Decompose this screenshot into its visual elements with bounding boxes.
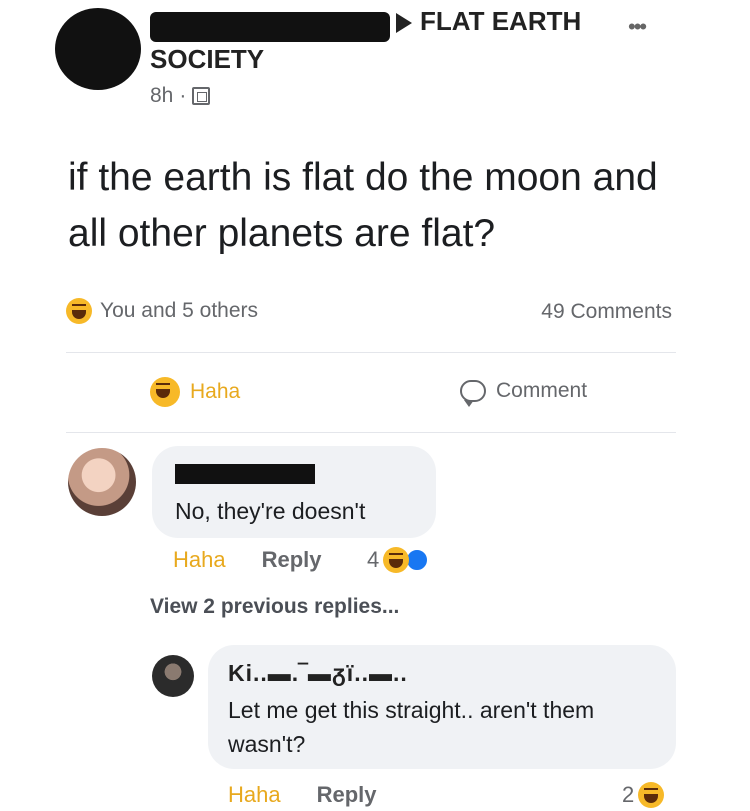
reaction-count-text: 2 [622, 782, 635, 807]
comment-label: Comment [496, 379, 588, 402]
comment-button[interactable]: Comment [460, 379, 588, 407]
group-name-line2[interactable]: SOCIETY [150, 44, 264, 75]
haha-emoji-icon [383, 547, 410, 573]
comment-text: Let me get this straight.. aren't them w… [228, 697, 595, 757]
comment-bubble-icon [460, 380, 486, 407]
commenter-name[interactable]: Ki..▬.‾▬ᵹï..▬.. [228, 660, 408, 687]
redacted-commenter-name [175, 464, 315, 484]
comment-actions: Haha Reply [228, 782, 377, 808]
meta-separator: · [179, 84, 187, 107]
haha-label: Haha [190, 380, 241, 403]
post-timestamp[interactable]: 8h [150, 84, 173, 108]
divider [66, 432, 676, 433]
comment-reply-button[interactable]: Reply [317, 782, 377, 808]
haha-emoji-icon [150, 377, 180, 407]
comment-reply-button[interactable]: Reply [262, 547, 322, 573]
comment-haha-button[interactable]: Haha [173, 547, 226, 573]
group-link[interactable]: FLAT EARTH [396, 6, 581, 37]
post-meta: 8h · [150, 84, 211, 108]
reactions-summary[interactable]: You and 5 others [66, 298, 258, 324]
comment-actions: Haha Reply [173, 547, 322, 573]
view-previous-replies-link[interactable]: View 2 previous replies... [150, 595, 399, 619]
reactions-summary-text: You and 5 others [100, 299, 259, 322]
comment-reaction-count[interactable]: 2 [622, 782, 665, 808]
group-icon [192, 87, 211, 105]
comment-reaction-count[interactable]: 4 [367, 547, 430, 573]
comment-haha-button[interactable]: Haha [228, 782, 281, 808]
haha-reaction-button[interactable]: Haha [150, 377, 240, 407]
comment-text: No, they're doesn't [175, 498, 366, 524]
comments-count[interactable]: 49 Comments [541, 300, 672, 324]
post-text: if the earth is flat do the moon and all… [68, 156, 658, 255]
arrow-right-icon [396, 13, 412, 34]
commenter-avatar[interactable] [152, 655, 194, 697]
poster-avatar[interactable] [55, 8, 141, 90]
haha-emoji-icon [66, 298, 92, 324]
commenter-avatar[interactable] [68, 448, 136, 516]
haha-emoji-icon [638, 782, 665, 808]
divider [66, 352, 676, 353]
post-card: FLAT EARTH ••• SOCIETY 8h · if the earth… [0, 0, 750, 811]
redacted-poster-name [150, 12, 390, 42]
reaction-count-text: 4 [367, 547, 380, 572]
more-options-button[interactable]: ••• [628, 14, 647, 40]
